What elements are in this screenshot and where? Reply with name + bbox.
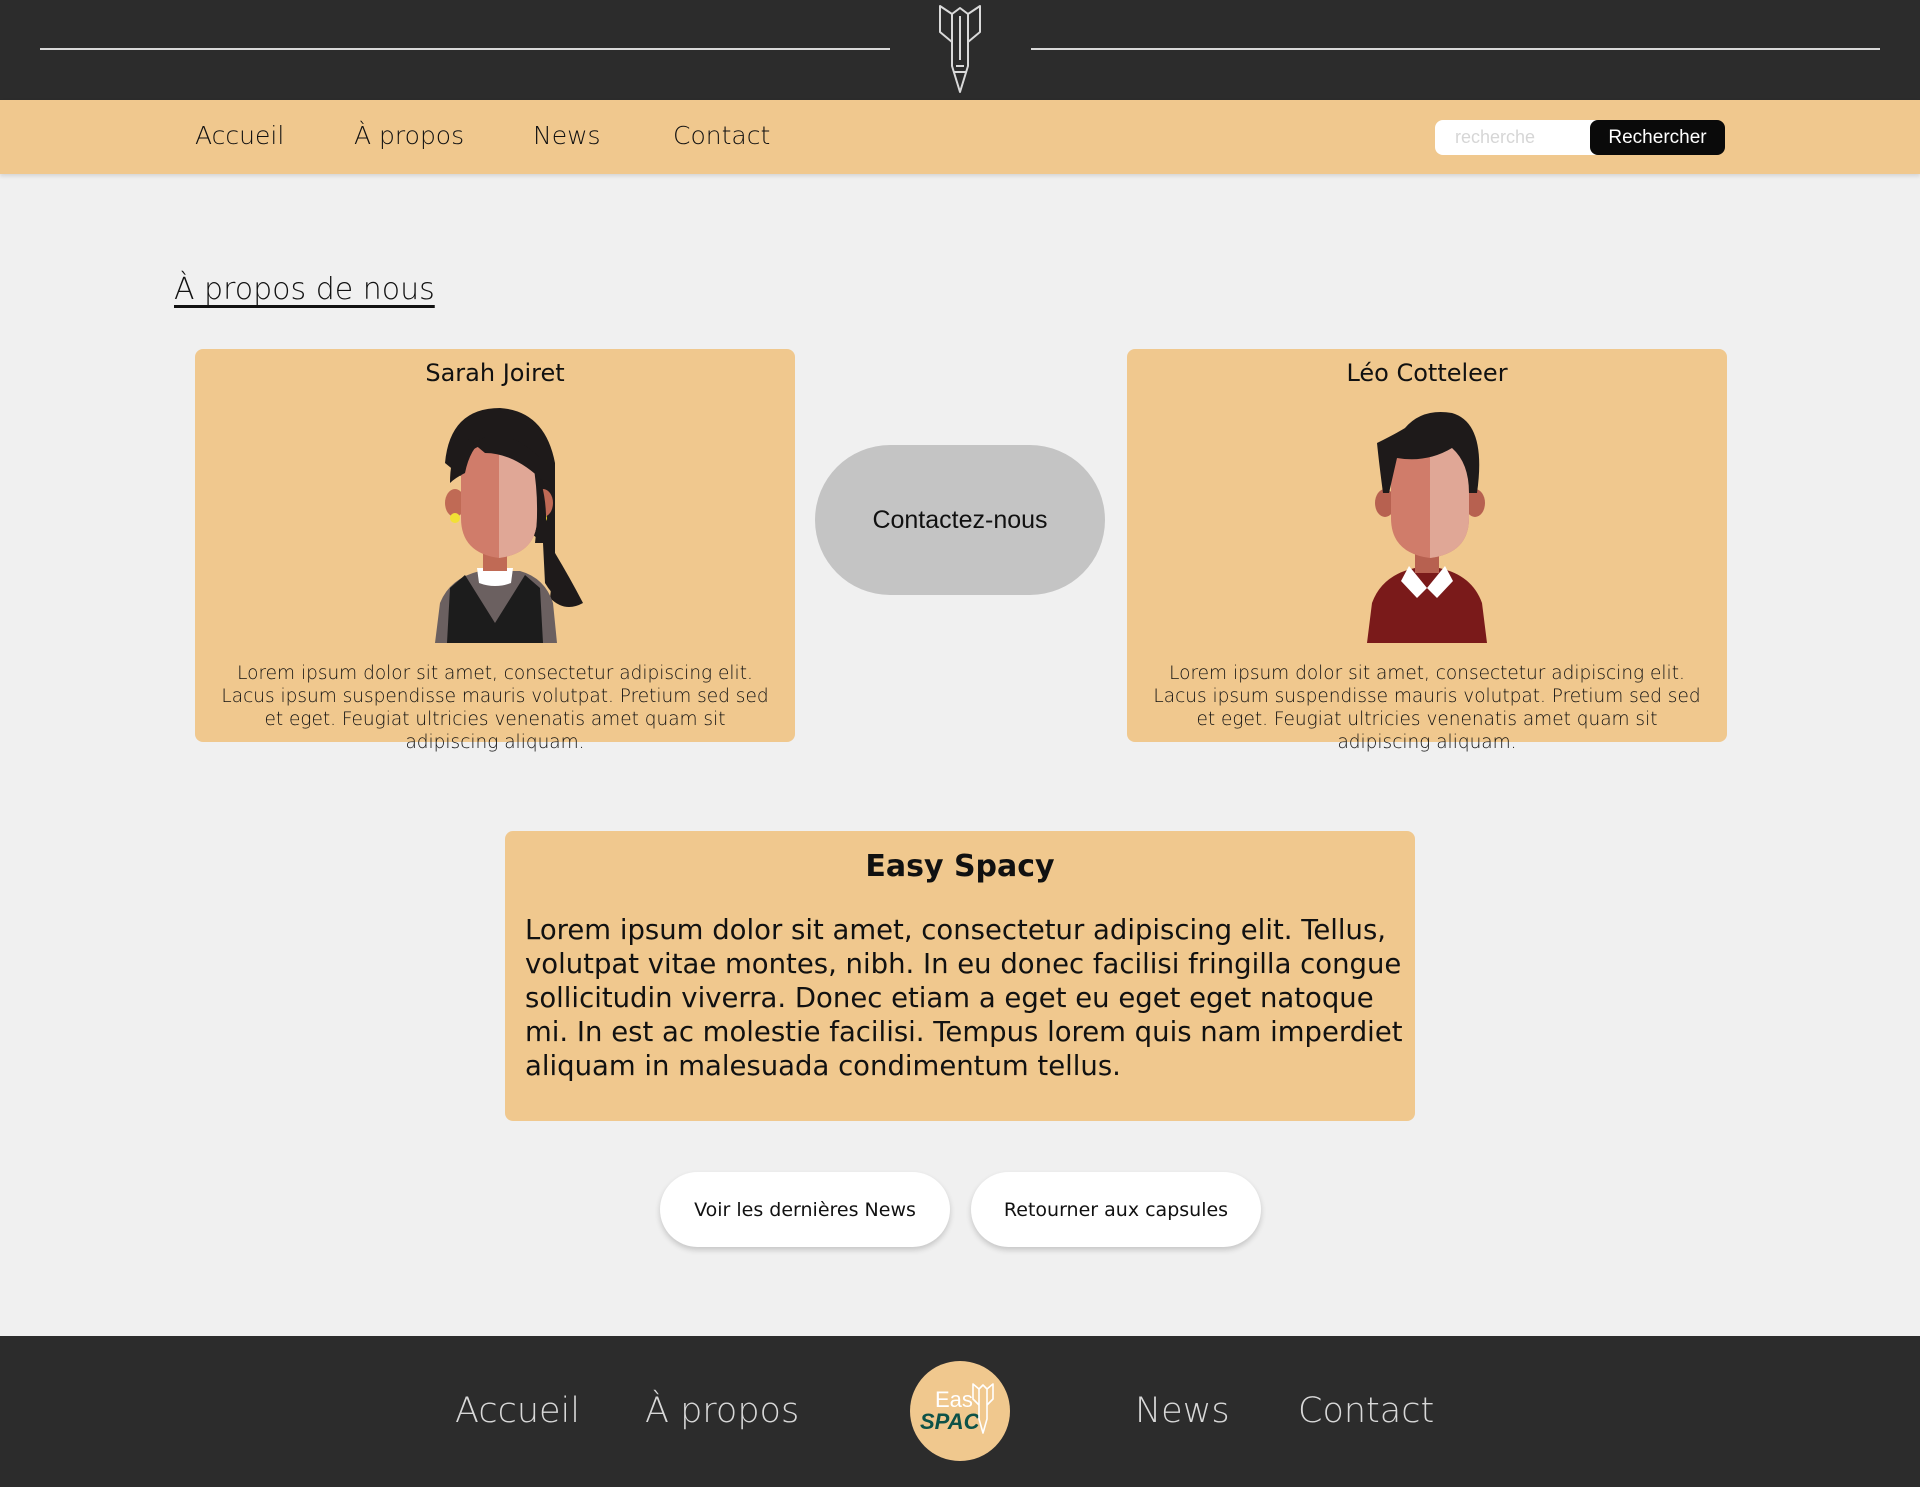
female-avatar-icon [435,408,583,643]
latest-news-button[interactable]: Voir les dernières News [660,1172,950,1247]
footer-nav-accueil[interactable]: Accueil [455,1391,580,1431]
person-bio: Lorem ipsum dolor sit amet, consectetur … [221,663,769,753]
nav-news[interactable]: News [533,121,601,150]
footer-nav-contact[interactable]: Contact [1298,1391,1434,1431]
person-name: Sarah Joiret [425,359,565,387]
header-divider-left [40,48,890,50]
search-input[interactable] [1435,120,1615,155]
about-text: Lorem ipsum dolor sit amet, consectetur … [525,914,1403,1082]
footer: Accueil À propos Eas SPAC News Contact [0,1336,1920,1487]
person-name: Léo Cotteleer [1346,359,1508,387]
team-card-leo: Léo Cotteleer Lorem ipsum dolor sit amet… [1127,349,1727,753]
back-to-capsules-button[interactable]: Retourner aux capsules [971,1172,1261,1247]
nav-a-propos[interactable]: À propos [354,121,464,150]
header-divider-right [1031,48,1880,50]
search-button[interactable]: Rechercher [1590,120,1725,155]
male-avatar-icon [1367,412,1487,643]
search-box: Recherche r [1435,120,1725,155]
contact-button[interactable]: Contactez-nous [815,445,1105,595]
nav-accueil[interactable]: Accueil [195,121,284,150]
team-card-sarah: Sarah Joiret Lorem ipsum dolor sit amet,… [195,349,795,753]
page-title: À propos de nous [174,272,435,307]
footer-nav-a-propos[interactable]: À propos [645,1391,799,1431]
main-nav: Accueil À propos News Contact Recherche r [0,100,1920,174]
rocket-icon [972,1383,994,1434]
about-title: Easy Spacy [865,849,1055,884]
rocket-icon[interactable] [932,2,988,96]
footer-nav-news[interactable]: News [1135,1391,1230,1431]
person-bio: Lorem ipsum dolor sit amet, consectetur … [1153,663,1701,753]
top-header [0,0,1920,100]
nav-contact[interactable]: Contact [673,121,770,150]
about-card: Easy Spacy Lorem ipsum dolor sit amet, c… [505,831,1415,1121]
footer-logo[interactable]: Eas SPAC [910,1361,1010,1461]
